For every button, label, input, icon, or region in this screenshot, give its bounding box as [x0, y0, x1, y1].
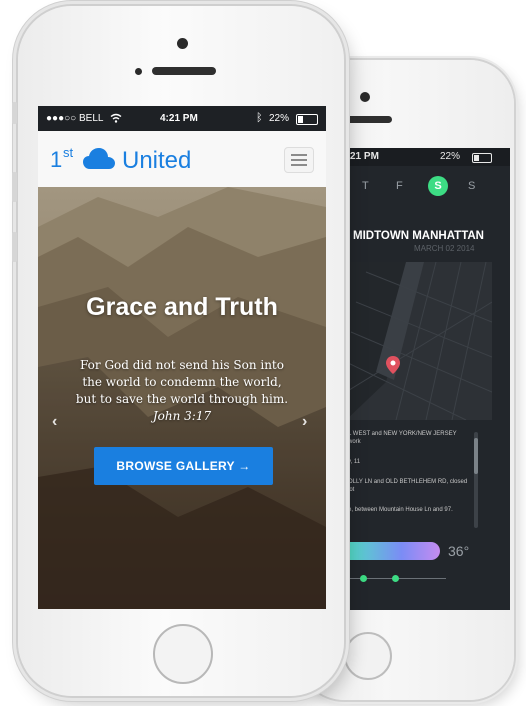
battery-percent: 22% [440, 151, 461, 162]
list-item: OLLY LN and OLD BETHLEHEM RD, closed [348, 479, 468, 485]
hero-title: Grace and Truth [86, 293, 278, 321]
list-item: lot [348, 487, 355, 493]
camera [177, 38, 188, 49]
map-pin-icon [386, 356, 400, 374]
menu-button[interactable] [284, 147, 314, 173]
day-item[interactable]: F [396, 180, 403, 192]
menu-icon [291, 154, 307, 156]
back-screen: 21 PM 22% T F S S - MIDTOWN MANHATTAN MA… [344, 148, 510, 610]
list-item: L WEST and NEW YORK/NEW JERSEY [348, 431, 457, 437]
verse-text: For God did not send his Son into the wo… [75, 358, 289, 406]
camera [360, 92, 370, 102]
event-title: - MIDTOWN MANHATTAN [346, 230, 484, 242]
verse-reference: John 3:17 [152, 409, 212, 423]
speaker [152, 67, 216, 75]
carrier: ●●●○○ BELL [46, 113, 104, 124]
slider-handle[interactable] [392, 575, 399, 582]
cloud-icon [83, 148, 115, 169]
temperature: 36° [448, 543, 470, 559]
logo-number: 1 [50, 147, 63, 172]
day-item[interactable]: S [468, 180, 475, 192]
status-time: 4:21 PM [160, 113, 198, 124]
temperature-bar [344, 542, 440, 560]
day-selector: T F S S [344, 176, 510, 202]
logo-name: United [122, 147, 192, 174]
map[interactable] [346, 262, 492, 420]
chevron-right-icon[interactable]: › [302, 413, 307, 431]
chevron-left-icon[interactable]: ‹ [52, 413, 57, 431]
scrollbar[interactable] [474, 432, 478, 528]
list-item: work [348, 439, 361, 445]
sensor [135, 68, 142, 75]
volume-down-button [12, 232, 17, 262]
hero-verse: For God did not send his Son into the wo… [72, 357, 292, 425]
event-date: MARCH 02 2014 [414, 244, 475, 253]
volume-up-button [12, 172, 17, 202]
logo-superscript: st [63, 145, 74, 160]
wifi-icon [110, 113, 122, 123]
hero-carousel: Grace and Truth For God did not send his… [38, 187, 326, 609]
day-item[interactable]: T [362, 180, 369, 192]
battery-percent: 22% [269, 113, 290, 124]
battery-icon [296, 114, 318, 125]
browse-gallery-button[interactable]: BROWSE GALLERY → [94, 447, 273, 485]
front-phone: ●●●○○ BELL 4:21 PM ᛒ 22% 1 st United Gra… [12, 6, 344, 696]
bluetooth-icon: ᛒ [256, 112, 263, 124]
day-item-active[interactable]: S [428, 176, 448, 196]
home-button[interactable] [344, 632, 392, 680]
slider-handle[interactable] [360, 575, 367, 582]
speaker [346, 116, 392, 123]
home-button[interactable] [153, 624, 213, 684]
status-time: 21 PM [350, 151, 379, 162]
list-item: y, 11 [348, 459, 361, 465]
status-bar: 21 PM 22% [344, 148, 510, 166]
map-streets [346, 262, 492, 420]
front-screen: ●●●○○ BELL 4:21 PM ᛒ 22% 1 st United Gra… [38, 106, 326, 609]
status-bar: ●●●○○ BELL 4:21 PM ᛒ 22% [38, 106, 326, 131]
list-item: e, between Mountain House Ln and 97. [348, 507, 453, 513]
navbar: 1 st United [38, 131, 326, 187]
mute-switch [12, 102, 17, 124]
event-list: L WEST and NEW YORK/NEW JERSEY work y, 1… [348, 430, 478, 526]
battery-icon [472, 153, 492, 163]
